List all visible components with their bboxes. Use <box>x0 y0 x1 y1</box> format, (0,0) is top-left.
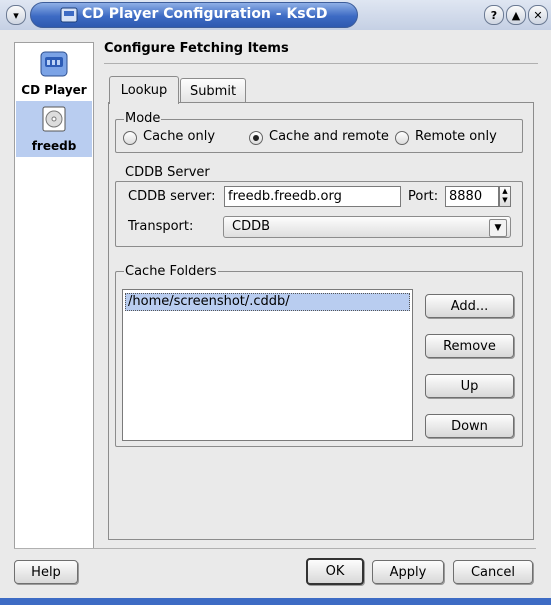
sidebar-item-label: CD Player <box>21 83 87 97</box>
cache-folders-list[interactable]: /home/screenshot/.cddb/ <box>122 289 413 441</box>
move-up-button[interactable]: Up <box>425 374 514 398</box>
sidebar-item-cd-player[interactable]: CD Player <box>16 45 92 99</box>
button-label: Remove <box>443 338 496 354</box>
shade-window-button[interactable]: ▲ <box>506 5 526 25</box>
transport-label: Transport: <box>128 219 194 234</box>
sidebar: CD Player freedb <box>14 42 94 549</box>
tab-label: Lookup <box>120 83 168 98</box>
tab-panel: Mode Cache only Cache and remote Remote … <box>108 102 534 540</box>
cancel-button[interactable]: Cancel <box>453 560 533 584</box>
help-button[interactable]: Help <box>14 560 78 584</box>
tab-submit[interactable]: Submit <box>180 78 246 103</box>
sidebar-item-label: freedb <box>31 139 77 153</box>
ok-button[interactable]: OK <box>306 558 364 585</box>
dropdown-arrow-icon[interactable]: ▼ <box>489 219 507 237</box>
tab-lookup[interactable]: Lookup <box>109 76 179 104</box>
cddb-server-input[interactable] <box>224 186 401 207</box>
window-menu-button[interactable]: ▾ <box>6 5 26 25</box>
stepper-up-icon[interactable]: ▲ <box>500 187 510 196</box>
mode-group-title: Mode <box>124 111 162 126</box>
cache-and-remote-label[interactable]: Cache and remote <box>269 129 389 144</box>
list-item-text: /home/screenshot/.cddb/ <box>128 294 290 309</box>
close-window-button[interactable]: ✕ <box>528 5 548 25</box>
cache-only-label[interactable]: Cache only <box>143 129 215 144</box>
config-dialog: ▾ CD Player Configuration - KsCD ? ▲ ✕ C… <box>0 0 551 605</box>
freedb-icon <box>42 106 66 132</box>
port-label: Port: <box>408 189 439 204</box>
sidebar-item-freedb[interactable]: freedb <box>16 101 92 157</box>
divider <box>104 63 538 64</box>
chevron-down-icon: ▾ <box>13 8 19 22</box>
help-icon: ? <box>490 8 498 22</box>
stepper-down-icon[interactable]: ▼ <box>500 196 510 205</box>
cd-player-icon <box>40 51 68 77</box>
button-label: Apply <box>389 564 427 580</box>
cddb-server-label: CDDB server: <box>128 189 216 204</box>
cd-player-icon <box>60 7 78 23</box>
button-label: Add... <box>450 298 489 314</box>
port-stepper[interactable]: ▲ ▼ <box>499 186 511 207</box>
transport-value: CDDB <box>232 219 271 234</box>
window-title: CD Player Configuration - KsCD <box>82 6 328 22</box>
button-label: Down <box>451 418 488 434</box>
apply-button[interactable]: Apply <box>372 560 444 584</box>
title-bar[interactable]: ▾ CD Player Configuration - KsCD ? ▲ ✕ <box>0 0 551 30</box>
cache-folders-group-title: Cache Folders <box>124 264 218 279</box>
cache-and-remote-radio[interactable] <box>249 131 263 145</box>
button-label: Up <box>460 378 479 394</box>
close-icon: ✕ <box>533 8 543 22</box>
remote-only-radio[interactable] <box>395 131 409 145</box>
button-label: Help <box>31 564 61 580</box>
window-bottom-border <box>0 598 551 605</box>
button-label: Cancel <box>470 564 516 580</box>
add-folder-button[interactable]: Add... <box>425 294 514 318</box>
list-item[interactable]: /home/screenshot/.cddb/ <box>125 293 410 311</box>
shade-icon: ▲ <box>511 8 521 22</box>
move-down-button[interactable]: Down <box>425 414 514 438</box>
transport-select[interactable]: CDDB ▼ <box>223 216 511 238</box>
button-label: OK <box>325 564 345 579</box>
footer-divider <box>14 548 536 549</box>
cddb-server-group-title: CDDB Server <box>124 165 211 180</box>
port-input[interactable] <box>445 186 499 207</box>
cache-only-radio[interactable] <box>123 131 137 145</box>
page-title: Configure Fetching Items <box>104 41 289 56</box>
help-window-button[interactable]: ? <box>484 5 504 25</box>
remove-folder-button[interactable]: Remove <box>425 334 514 358</box>
tab-label: Submit <box>189 83 237 99</box>
remote-only-label[interactable]: Remote only <box>415 129 497 144</box>
